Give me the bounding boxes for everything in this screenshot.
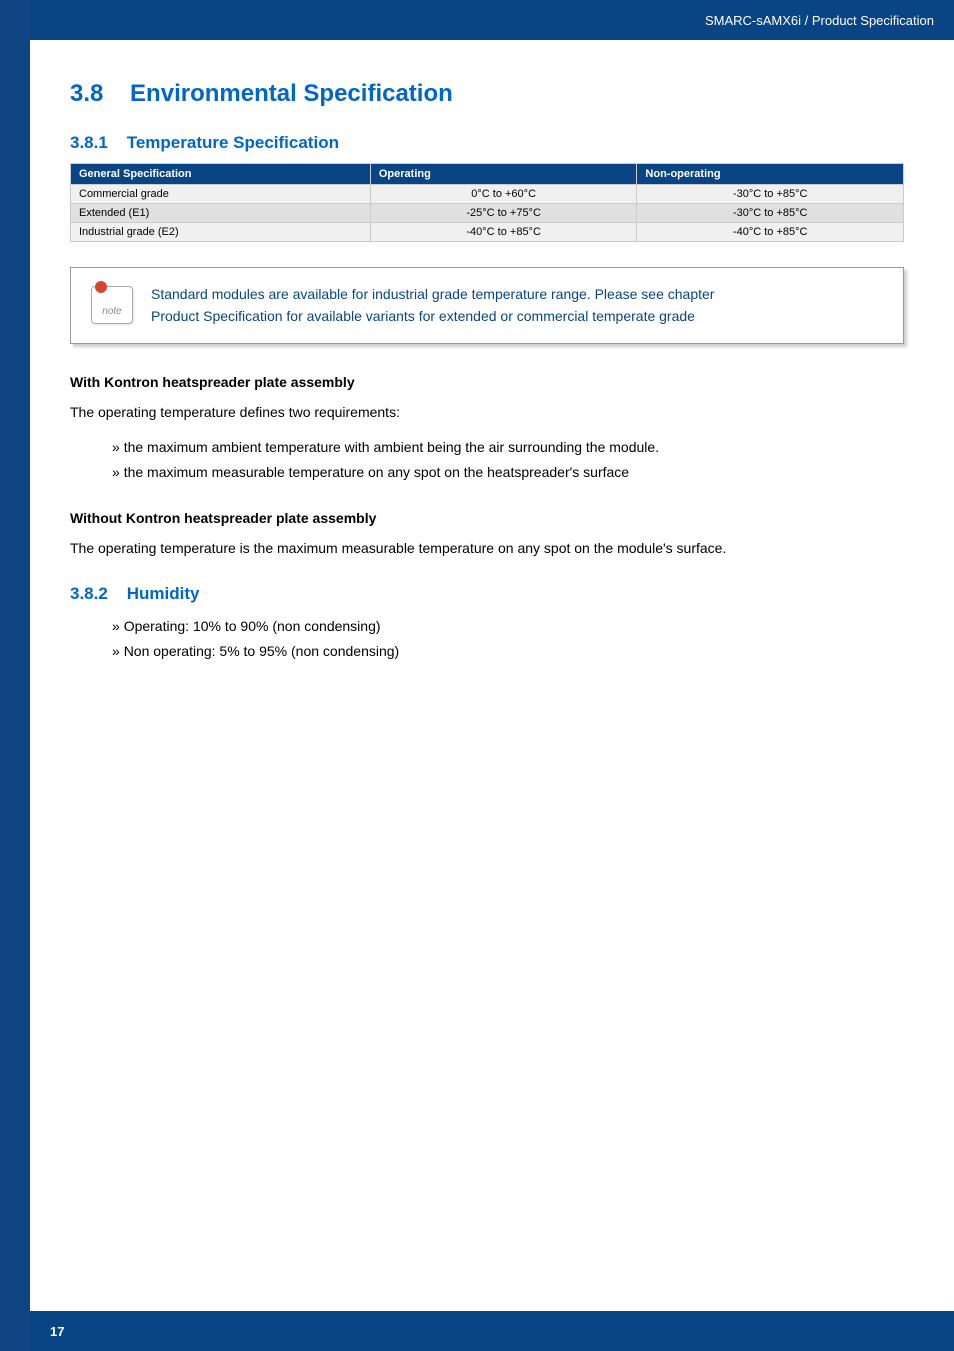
without-heatspreader-heading: Without Kontron heatspreader plate assem… — [70, 510, 904, 526]
table-header-operating: Operating — [370, 164, 637, 185]
note-icon — [91, 286, 133, 324]
note-text: Standard modules are available for indus… — [151, 283, 714, 328]
without-heatspreader-text: The operating temperature is the maximum… — [70, 538, 904, 559]
page-number: 17 — [50, 1324, 64, 1339]
list-item: Operating: 10% to 90% (non condensing) — [112, 614, 904, 639]
table-header-nonop: Non-operating — [637, 164, 904, 185]
note-box: Standard modules are available for indus… — [70, 267, 904, 344]
with-heatspreader-heading: With Kontron heatspreader plate assembly — [70, 374, 904, 390]
list-item: Non operating: 5% to 95% (non condensing… — [112, 639, 904, 664]
header-breadcrumb: SMARC-sAMX6i / Product Specification — [705, 13, 934, 28]
table-row: Commercial grade 0°C to +60°C -30°C to +… — [71, 185, 904, 204]
table-header-spec: General Specification — [71, 164, 371, 185]
table-row: Industrial grade (E2) -40°C to +85°C -40… — [71, 223, 904, 242]
with-heatspreader-intro: The operating temperature defines two re… — [70, 402, 904, 423]
humidity-list: Operating: 10% to 90% (non condensing) N… — [112, 614, 904, 664]
temperature-spec-table: General Specification Operating Non-oper… — [70, 163, 904, 242]
list-item: the maximum measurable temperature on an… — [112, 460, 904, 485]
section-title: 3.8 Environmental Specification — [70, 80, 904, 108]
with-heatspreader-list: the maximum ambient temperature with amb… — [112, 435, 904, 485]
page-content: 3.8 Environmental Specification 3.8.1 Te… — [30, 40, 954, 730]
table-row: Extended (E1) -25°C to +75°C -30°C to +8… — [71, 204, 904, 223]
header-bar: SMARC-sAMX6i / Product Specification — [30, 0, 954, 40]
subsection-humidity-title: 3.8.2 Humidity — [70, 584, 904, 604]
subsection-temperature-title: 3.8.1 Temperature Specification — [70, 133, 904, 153]
list-item: the maximum ambient temperature with amb… — [112, 435, 904, 460]
footer-bar: 17 — [30, 1311, 954, 1351]
